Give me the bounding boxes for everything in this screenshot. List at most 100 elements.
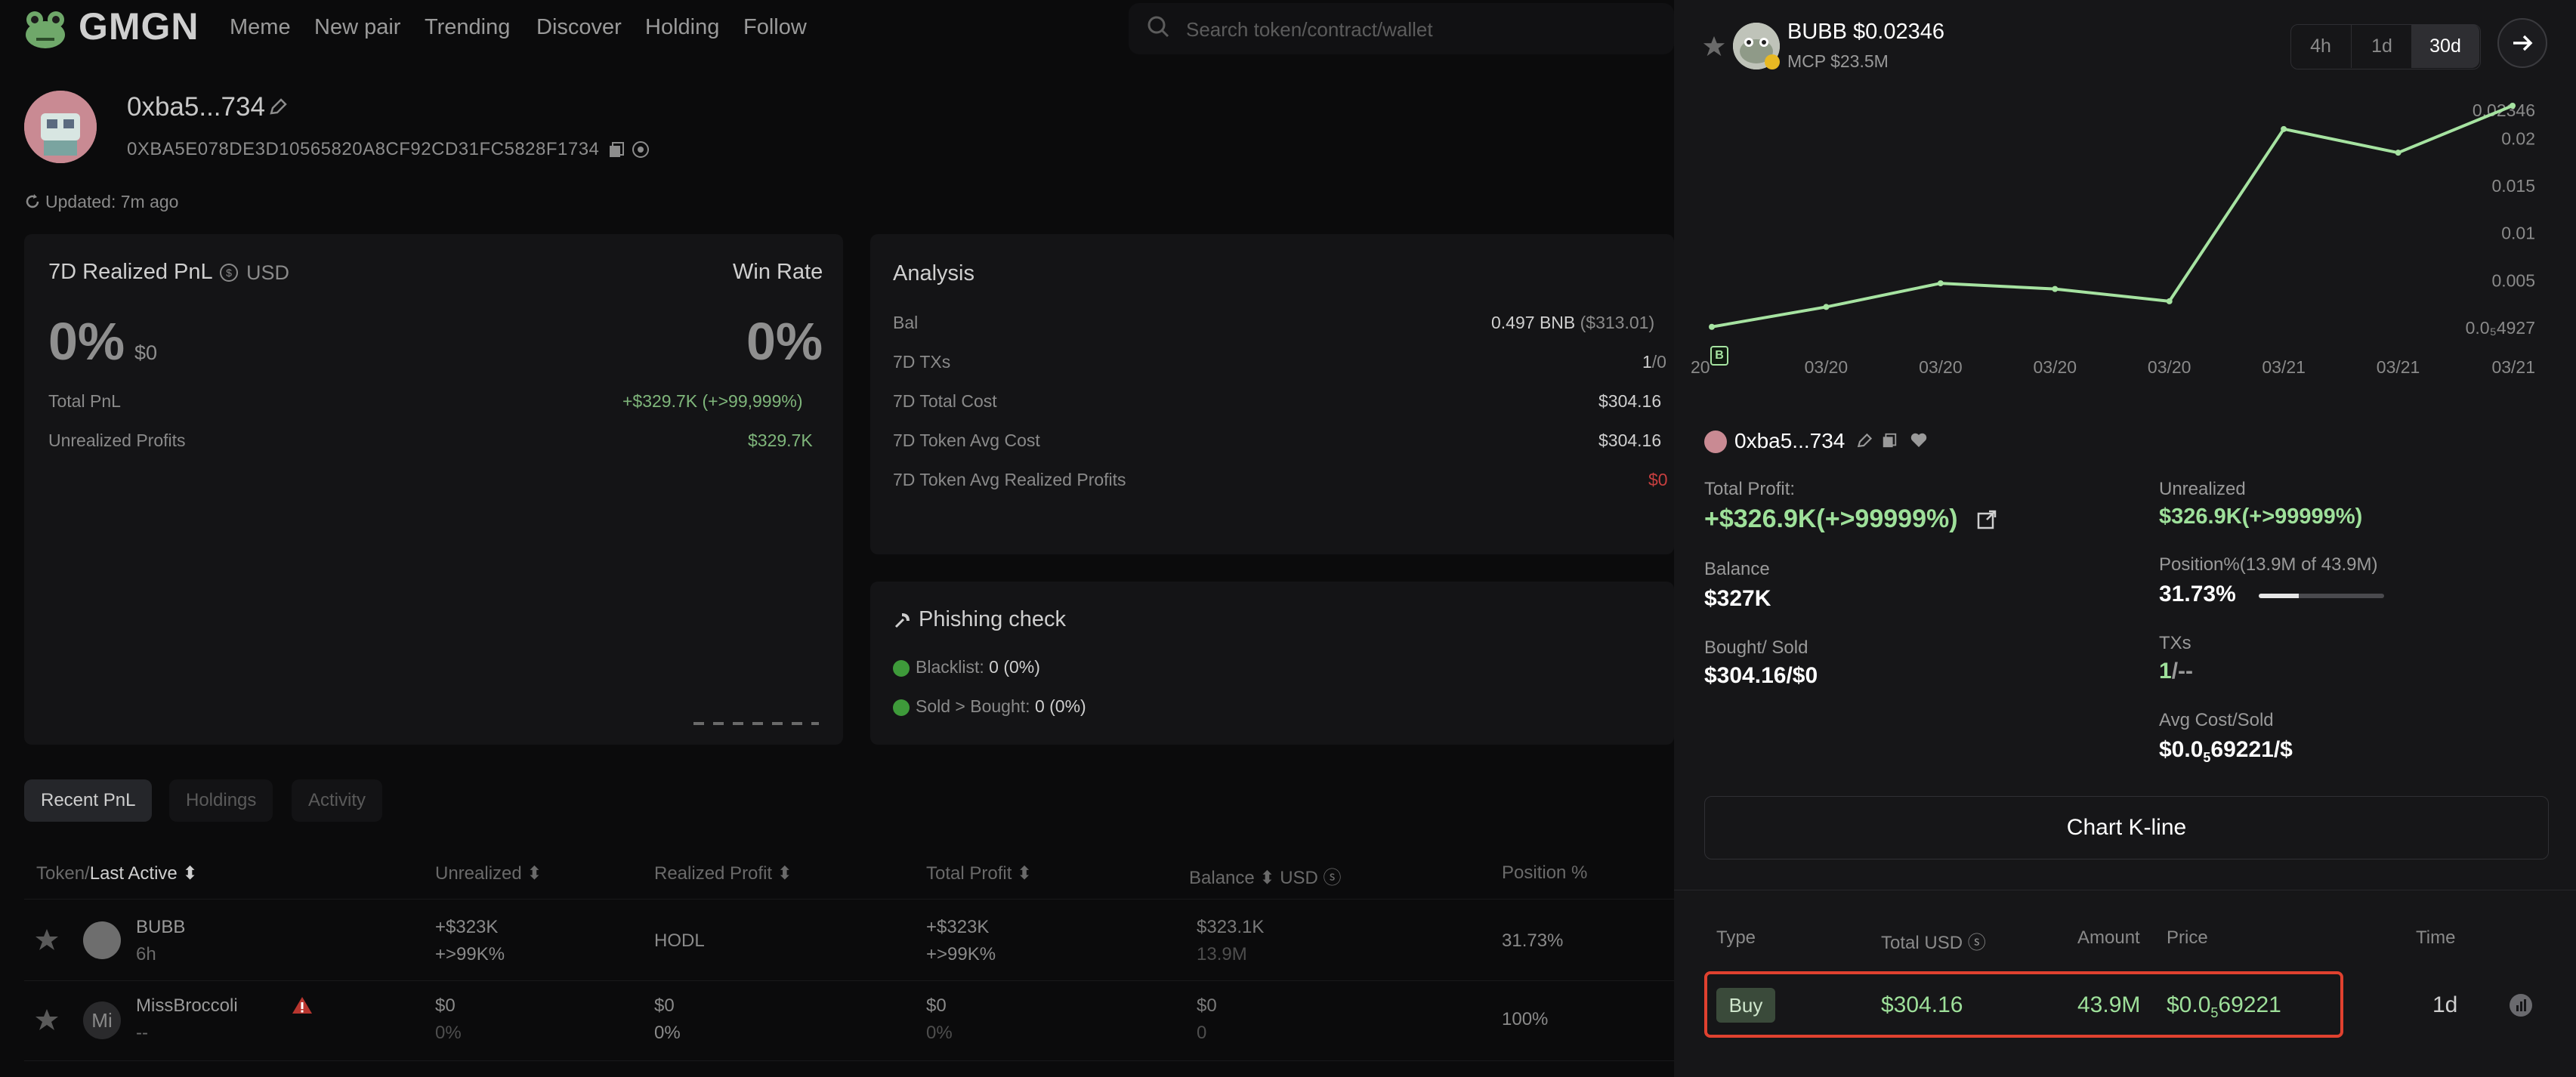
nav-meme[interactable]: Meme [230, 15, 291, 40]
token-name[interactable]: MissBroccoli [136, 995, 238, 1017]
nav-follow[interactable]: Follow [743, 15, 807, 40]
analysis-cost-value: $304.16 [1598, 391, 1662, 411]
external-link-icon[interactable] [1976, 509, 1997, 534]
pnl-title: 7D Realized PnL [48, 260, 213, 284]
token-last-active: 6h [136, 944, 156, 964]
wallet-avatar [24, 91, 97, 163]
header-total[interactable]: Total Profit ⬍ [926, 863, 1032, 884]
x-tick-label: 03/20 [2148, 357, 2191, 377]
nav-new-pair[interactable]: New pair [314, 15, 400, 40]
header-token[interactable]: Token/Last Active ⬍ [36, 863, 198, 884]
chart-point[interactable] [1823, 304, 1830, 310]
analysis-bal-label: Bal [893, 313, 919, 332]
trade-total: $304.16 [1881, 992, 1963, 1017]
star-icon[interactable] [35, 927, 59, 955]
copy-icon[interactable] [607, 140, 625, 162]
total-profit-label: Total Profit: [1704, 479, 1796, 499]
chain-badge-icon [1765, 54, 1780, 69]
row-unrealized: $0 [435, 995, 456, 1016]
chart-point[interactable] [2510, 103, 2516, 109]
x-tick-label: 03/21 [2491, 357, 2535, 377]
chart-point[interactable] [2166, 298, 2173, 304]
copy-icon[interactable] [1881, 432, 1898, 452]
sold-bought-row: Sold > Bought: 0 (0%) [916, 696, 1086, 716]
y-tick-label: 0.01 [2501, 224, 2535, 243]
edit-icon[interactable] [267, 97, 289, 122]
chart-kline-button[interactable]: Chart K-line [1704, 796, 2549, 859]
row-divider [24, 980, 1674, 981]
trade-header-total: Total USD ⓢ [1881, 933, 1986, 953]
row-balance: $0 [1197, 995, 1217, 1016]
chart-point[interactable] [1937, 280, 1944, 287]
x-tick-label: 03/21 [2262, 357, 2306, 377]
trade-header-amount: Amount [2077, 927, 2140, 948]
row-unrealized: +$323K [435, 917, 499, 937]
timeframe-1d[interactable]: 1d [2351, 24, 2412, 68]
edit-icon[interactable] [1855, 432, 1873, 454]
position-label: Position%(13.9M of 43.9M) [2159, 554, 2378, 575]
tab-holdings[interactable]: Holdings [169, 779, 273, 822]
chart-point[interactable] [1709, 323, 1715, 330]
currency-label[interactable]: USD [246, 261, 289, 285]
updated-time: Updated: 7m ago [45, 192, 179, 211]
close-panel-button[interactable] [2497, 18, 2547, 68]
tx-explorer-icon[interactable] [2510, 994, 2532, 1017]
token-avatar: Mi [83, 1001, 121, 1039]
nav-holding[interactable]: Holding [645, 15, 719, 40]
header-realized[interactable]: Realized Profit ⬍ [654, 863, 792, 884]
buy-marker-icon[interactable]: B [1710, 346, 1728, 366]
header-balance[interactable]: Balance ⬍ USD ⓢ [1189, 863, 1342, 889]
unrealized-label: Unrealized Profits [48, 430, 186, 450]
header-unrealized[interactable]: Unrealized ⬍ [435, 863, 542, 884]
bought-sold-label: Bought/ Sold [1704, 637, 1808, 658]
token-name[interactable]: BUBB [136, 917, 185, 938]
win-rate-value: 0% [746, 312, 823, 371]
tab-activity[interactable]: Activity [292, 779, 383, 822]
row-divider [24, 1060, 1674, 1061]
token-price-title: BUBB $0.02346 [1787, 20, 1945, 44]
trade-header-type: Type [1716, 927, 1756, 948]
search-placeholder: Search token/contract/wallet [1186, 18, 1433, 41]
timeframe-30d[interactable]: 30d [2411, 24, 2479, 68]
header-position[interactable]: Position % [1502, 863, 1587, 884]
brand-name[interactable]: GMGN [79, 5, 199, 48]
wallet-name: 0xba5...734 [127, 92, 265, 122]
chart-point[interactable] [2052, 285, 2059, 292]
nav-trending[interactable]: Trending [425, 15, 510, 40]
timeframe-4h[interactable]: 4h [2290, 24, 2351, 68]
row-position: 31.73% [1502, 930, 1564, 951]
bought-sold-value: $304.16/$0 [1704, 663, 1818, 688]
chart-point[interactable] [2281, 125, 2287, 132]
explorer-icon[interactable] [632, 140, 650, 162]
chart-point[interactable] [2395, 150, 2401, 156]
total-pnl-value: +$329.7K (+>99,999%) [622, 391, 803, 411]
analysis-bal-value: 0.497 BNB ($313.01) [1491, 313, 1655, 332]
position-progress-fill [2259, 594, 2299, 598]
refresh-icon[interactable] [24, 193, 41, 214]
avg-cost-label: Avg Cost/Sold [2159, 710, 2274, 730]
row-realized-pct: 0% [654, 1023, 681, 1043]
star-icon[interactable] [35, 1008, 59, 1035]
row-position: 100% [1502, 1009, 1549, 1029]
currency-icon: $ [219, 263, 239, 286]
row-balance-amount: 0 [1197, 1023, 1207, 1043]
row-unrealized-pct: +>99K% [435, 944, 505, 964]
phishing-title: Phishing check [919, 607, 1067, 631]
wallet-avatar-small [1704, 430, 1727, 453]
frog-logo-icon[interactable] [21, 5, 69, 53]
blacklist-status-dot [893, 660, 910, 677]
pnl-percent: 0% [48, 312, 125, 371]
x-tick-label: 03/20 [2034, 357, 2077, 377]
analysis-realized-value: $0 [1648, 470, 1668, 489]
heart-icon[interactable] [1910, 432, 1928, 452]
favorite-star-icon[interactable] [1703, 35, 1725, 61]
token-mcp: MCP $23.5M [1787, 51, 1889, 71]
row-balance: $323.1K [1197, 917, 1265, 937]
nav-discover[interactable]: Discover [536, 15, 622, 40]
tab-recent-pnl[interactable]: Recent PnL [24, 779, 153, 822]
price-chart[interactable]: 0.023460.020.0150.010.0050.0₅4927 20 03/2… [1689, 83, 2565, 385]
total-pnl-label: Total PnL [48, 391, 121, 411]
panel-wallet-name: 0xba5...734 [1734, 429, 1846, 452]
avg-cost-value: $0.0569221/$ [2159, 737, 2293, 765]
txs-value: 1/-- [2159, 659, 2194, 684]
